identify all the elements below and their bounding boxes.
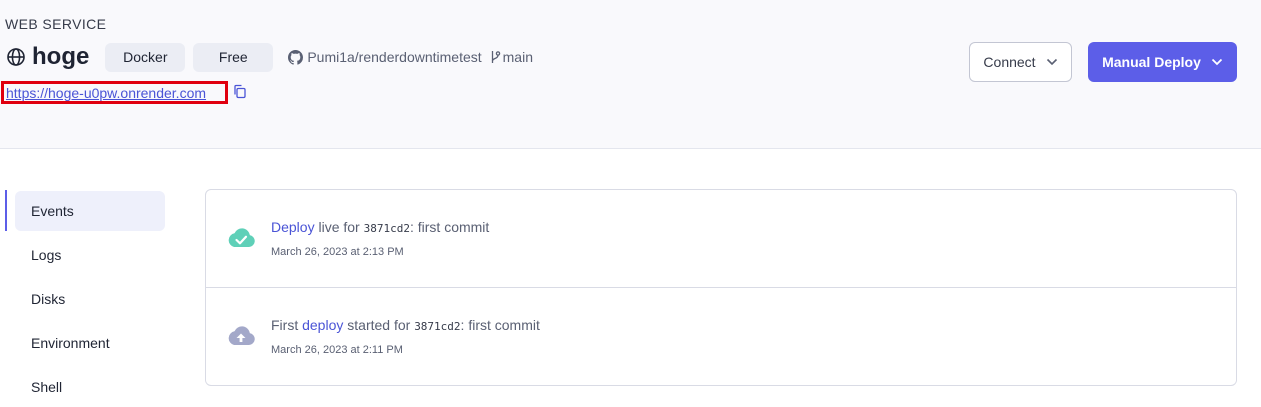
commit-sha[interactable]: 3871cd2 [364,222,410,235]
event-mid: started for [343,317,415,333]
branch-icon [491,51,500,63]
repo-name: Pumi1a/renderdowntimetest [307,49,482,65]
connect-button[interactable]: Connect [969,42,1072,82]
branch-label: main [490,49,533,65]
event-description: Deploy live for 3871cd2: first commit [271,219,489,235]
cloud-check-icon [228,228,255,247]
sidebar-item-logs[interactable]: Logs [15,235,165,275]
events-list: Deploy live for 3871cd2: first commit Ma… [205,189,1237,386]
cloud-upload-icon [228,326,255,345]
event-prefix: First [271,317,303,333]
event-item: First deploy started for 3871cd2: first … [206,288,1236,386]
manual-deploy-label: Manual Deploy [1102,54,1201,70]
repo-link[interactable]: Pumi1a/renderdowntimetest [288,49,482,65]
sidebar-item-shell[interactable]: Shell [15,367,165,407]
event-deploy-link[interactable]: deploy [302,317,343,333]
event-timestamp: March 26, 2023 at 2:11 PM [271,344,403,356]
sidebar-item-label: Disks [31,291,66,307]
github-icon [288,49,304,65]
commit-message: first commit [413,219,490,235]
event-timestamp: March 26, 2023 at 2:13 PM [271,246,404,258]
service-name: hoge [32,43,90,70]
event-item: Deploy live for 3871cd2: first commit Ma… [206,190,1236,288]
globe-icon [6,47,26,67]
sidebar-item-environment[interactable]: Environment [15,323,165,363]
plan-badge: Free [193,42,274,72]
sidebar-active-indicator [5,190,7,231]
docker-badge: Docker [105,42,186,72]
sidebar-item-label: Environment [31,335,110,351]
service-header: WEB SERVICE hoge Docker Free Pumi1a/rend… [0,0,1261,149]
event-description: First deploy started for 3871cd2: first … [271,317,540,333]
chevron-down-icon [1046,58,1057,66]
copy-icon[interactable] [232,84,247,99]
connect-button-label: Connect [983,54,1036,70]
service-url-link[interactable]: https://hoge-u0pw.onrender.com [6,85,206,101]
service-type-label: WEB SERVICE [5,16,107,32]
manual-deploy-button[interactable]: Manual Deploy [1088,42,1237,82]
service-url-highlight: https://hoge-u0pw.onrender.com [1,81,228,104]
title-row: hoge Docker Free Pumi1a/renderdowntimete… [6,42,533,72]
sidebar-item-events[interactable]: Events [15,191,165,231]
sidebar-item-label: Shell [31,379,63,395]
chevron-down-icon [1211,58,1223,66]
sidebar-item-disks[interactable]: Disks [15,279,165,319]
commit-message: first commit [464,317,540,333]
event-deploy-link[interactable]: Deploy [271,219,315,235]
sidebar-item-label: Logs [31,247,62,263]
sidebar-item-label: Events [31,203,74,219]
commit-sha[interactable]: 3871cd2 [414,320,460,333]
event-mid: live for [314,219,364,235]
branch-name: main [502,49,533,65]
